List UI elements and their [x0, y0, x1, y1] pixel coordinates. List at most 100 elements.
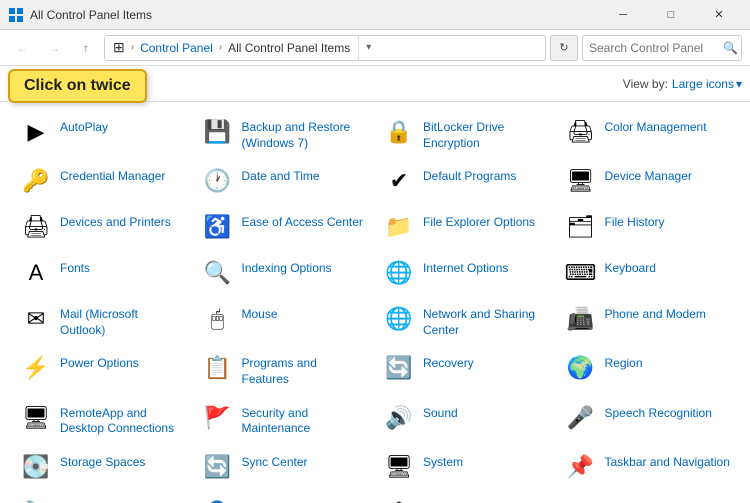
cp-item-colormgmt[interactable]: 🖨Color Management: [557, 110, 739, 157]
indexing-label: Indexing Options: [242, 257, 368, 277]
up-button[interactable]: ↑: [72, 34, 100, 62]
autoplay-label: AutoPlay: [60, 116, 186, 136]
minimize-button[interactable]: ─: [600, 0, 646, 30]
sync-label: Sync Center: [242, 451, 368, 471]
search-box: 🔍: [582, 35, 742, 61]
region-label: Region: [605, 352, 731, 372]
power-label: Power Options: [60, 352, 186, 372]
defaultprog-label: Default Programs: [423, 165, 549, 185]
internet-label: Internet Options: [423, 257, 549, 277]
back-button[interactable]: ←: [8, 34, 36, 62]
forward-button[interactable]: →: [40, 34, 68, 62]
security-label: Security and Maintenance: [242, 402, 368, 437]
cp-item-taskbar[interactable]: 📌Taskbar and Navigation: [557, 445, 739, 489]
sound-label: Sound: [423, 402, 549, 422]
cp-item-fileexp[interactable]: 📁File Explorer Options: [375, 205, 557, 249]
fileexp-icon: 📁: [383, 211, 415, 243]
view-by-dropdown[interactable]: Large icons ▾: [672, 77, 742, 91]
keyboard-label: Keyboard: [605, 257, 731, 277]
cp-item-phone[interactable]: 📠Phone and Modem: [557, 297, 739, 344]
cp-item-datetime[interactable]: 🕐Date and Time: [194, 159, 376, 203]
cp-item-devmgr[interactable]: 🖥Device Manager: [557, 159, 739, 203]
path-control-panel[interactable]: Control Panel: [140, 41, 213, 55]
search-button[interactable]: 🔍: [723, 41, 738, 55]
search-input[interactable]: [589, 41, 719, 55]
cp-item-sound[interactable]: 🔊 Sound: [375, 396, 557, 443]
mouse-icon: 🖱: [202, 303, 234, 335]
cp-item-region[interactable]: 🌍 Region: [557, 346, 739, 393]
maximize-button[interactable]: □: [648, 0, 694, 30]
cp-item-internet[interactable]: 🌐Internet Options: [375, 251, 557, 295]
cp-item-filehist[interactable]: 🗂File History: [557, 205, 739, 249]
main-content: ▶ AutoPlay 💾Backup and Restore (Windows 7)…: [0, 102, 750, 503]
sync-icon: 🔄: [202, 451, 234, 483]
cp-item-troubleshoot[interactable]: 🔧Troubleshooting: [12, 491, 194, 503]
remoteapp-label: RemoteApp and Desktop Connections: [60, 402, 186, 437]
view-by-section: View by: Large icons ▾: [623, 77, 742, 91]
cp-item-sync[interactable]: 🔄 Sync Center: [194, 445, 376, 489]
cp-item-security[interactable]: 🚩Security and Maintenance: [194, 396, 376, 443]
path-current: All Control Panel Items: [228, 41, 350, 55]
bitlocker-label: BitLocker Drive Encryption: [423, 116, 549, 151]
phone-label: Phone and Modem: [605, 303, 731, 323]
cp-item-recovery[interactable]: 🔄Recovery: [375, 346, 557, 393]
speech-icon: 🎤: [565, 402, 597, 434]
cp-item-network[interactable]: 🌐Network and Sharing Center: [375, 297, 557, 344]
system-label: System: [423, 451, 549, 471]
winmobility-label: Windows Mobility Center: [605, 497, 731, 503]
cp-item-system[interactable]: 🖥 System: [375, 445, 557, 489]
ease-icon: ♿: [202, 211, 234, 243]
refresh-button[interactable]: ↻: [550, 35, 578, 61]
datetime-icon: 🕐: [202, 165, 234, 197]
cp-item-defaultprog[interactable]: ✔ Default Programs: [375, 159, 557, 203]
remoteapp-icon: 🖥: [20, 402, 52, 434]
cp-item-power[interactable]: ⚡ Power Options: [12, 346, 194, 393]
cp-item-windefender[interactable]: 🛡Windows Defender Firewall: [375, 491, 557, 503]
credential-icon: 🔑: [20, 165, 52, 197]
colormgmt-label: Color Management: [605, 116, 731, 136]
cp-item-mail[interactable]: ✉Mail (Microsoft Outlook): [12, 297, 194, 344]
title-bar-controls: ─ □ ✕: [600, 0, 742, 30]
system-icon: 🖥: [383, 451, 415, 483]
keyboard-icon: ⌨: [565, 257, 597, 289]
windefender-label: Windows Defender Firewall: [423, 497, 549, 503]
close-button[interactable]: ✕: [696, 0, 742, 30]
cp-item-programs[interactable]: 📋Programs and Features: [194, 346, 376, 393]
window-icon: [8, 7, 24, 23]
network-label: Network and Sharing Center: [423, 303, 549, 338]
region-icon: 🌍: [565, 352, 597, 384]
defaultprog-icon: ✔: [383, 165, 415, 197]
cp-item-devprint[interactable]: 🖨Devices and Printers: [12, 205, 194, 249]
cp-item-storage[interactable]: 💽Storage Spaces: [12, 445, 194, 489]
cp-item-useraccts[interactable]: 👤User Accounts: [194, 491, 376, 503]
title-bar: All Control Panel Items ─ □ ✕: [0, 0, 750, 30]
cp-item-remoteapp[interactable]: 🖥RemoteApp and Desktop Connections: [12, 396, 194, 443]
taskbar-label: Taskbar and Navigation: [605, 451, 731, 471]
cp-item-fonts[interactable]: AFonts: [12, 251, 194, 295]
cp-item-mouse[interactable]: 🖱Mouse: [194, 297, 376, 344]
speech-label: Speech Recognition: [605, 402, 731, 422]
cp-item-credential[interactable]: 🔑 Credential Manager: [12, 159, 194, 203]
autoplay-icon: ▶: [20, 116, 52, 148]
cp-item-bitlocker[interactable]: 🔒BitLocker Drive Encryption: [375, 110, 557, 157]
cp-item-keyboard[interactable]: ⌨ Keyboard: [557, 251, 739, 295]
troubleshoot-label: Troubleshooting: [60, 497, 186, 503]
path-dropdown-button[interactable]: ▾: [358, 35, 378, 61]
path-separator-2: ›: [217, 42, 224, 53]
cp-item-autoplay[interactable]: ▶ AutoPlay: [12, 110, 194, 157]
cp-item-speech[interactable]: 🎤 Speech Recognition: [557, 396, 739, 443]
credential-label: Credential Manager: [60, 165, 186, 185]
network-icon: 🌐: [383, 303, 415, 335]
address-path[interactable]: ⊞ › Control Panel › All Control Panel It…: [104, 35, 546, 61]
forward-icon: →: [48, 41, 60, 55]
cp-item-indexing[interactable]: 🔍Indexing Options: [194, 251, 376, 295]
sound-icon: 🔊: [383, 402, 415, 434]
power-icon: ⚡: [20, 352, 52, 384]
cp-item-ease[interactable]: ♿Ease of Access Center: [194, 205, 376, 249]
cp-item-backup[interactable]: 💾Backup and Restore (Windows 7): [194, 110, 376, 157]
cp-item-winmobility[interactable]: 💻Windows Mobility Center: [557, 491, 739, 503]
storage-label: Storage Spaces: [60, 451, 186, 471]
mail-label: Mail (Microsoft Outlook): [60, 303, 186, 338]
bitlocker-icon: 🔒: [383, 116, 415, 148]
useraccts-icon: 👤: [202, 497, 234, 503]
